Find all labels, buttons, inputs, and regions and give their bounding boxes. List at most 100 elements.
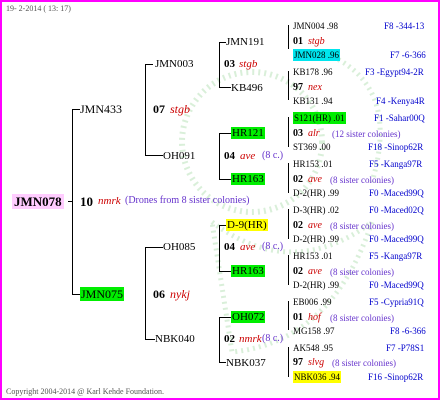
connector bbox=[145, 339, 155, 340]
gen4-origin: F16 -Sinop62R bbox=[368, 372, 424, 382]
gen3-b2-number: 02 bbox=[293, 174, 303, 185]
gen2-a-queen: stgb bbox=[239, 58, 258, 70]
connector bbox=[219, 42, 226, 43]
gen4-origin: F0 -Maced99Q bbox=[369, 188, 424, 198]
connector bbox=[288, 25, 289, 49]
gen4-colony[interactable]: JMN004 .98 bbox=[293, 20, 338, 32]
connector bbox=[145, 247, 163, 248]
gen3-b1-number: 03 bbox=[293, 128, 303, 139]
gen2-d-number: 02 bbox=[224, 333, 235, 345]
gen4-colony[interactable]: KB131 .94 bbox=[293, 95, 333, 107]
date-header: 19- 2-2014 ( 13: 17) bbox=[6, 4, 71, 13]
gen4-colony[interactable]: D-2(HR) .99 bbox=[293, 279, 339, 291]
gen3-b2-queen: ave bbox=[308, 174, 322, 185]
gen4-colony[interactable]: S121(HR) .01 bbox=[293, 112, 346, 124]
gen4-colony[interactable]: AK548 .95 bbox=[293, 342, 333, 354]
pedigree-frame: 19- 2-2014 ( 13: 17) JMN078 10 nmrk (Dro… bbox=[0, 0, 440, 400]
gen3-b2-note: (8 sister colonies) bbox=[330, 175, 394, 185]
gen3-d2-queen: slvg bbox=[308, 357, 325, 368]
gen3-c2-colony[interactable]: HR163 bbox=[231, 265, 265, 277]
gen4-origin: F1 -Sahar00Q bbox=[374, 113, 425, 123]
gen4-origin: F7 -6-366 bbox=[390, 50, 426, 60]
gen2-d-colony[interactable]: NBK040 bbox=[155, 333, 195, 345]
gen4-colony[interactable]: JMN028 .96 bbox=[293, 49, 341, 61]
gen3-a2-number: 97 bbox=[293, 82, 303, 93]
gen1-bottom-colony[interactable]: JMN075 bbox=[80, 287, 125, 301]
gen4-colony[interactable]: D-3(HR) .02 bbox=[293, 204, 339, 216]
gen3-d2-colony[interactable]: NBK037 bbox=[226, 357, 266, 369]
gen1-top-colony[interactable]: JMN433 bbox=[80, 103, 122, 116]
connector bbox=[219, 87, 231, 88]
gen3-a1-queen: stgb bbox=[308, 36, 325, 47]
connector bbox=[288, 117, 289, 147]
connector bbox=[145, 64, 153, 65]
gen2-c-number: 04 bbox=[224, 241, 235, 253]
connector bbox=[72, 294, 80, 295]
gen4-origin: F0 -Maced99Q bbox=[369, 280, 424, 290]
connector bbox=[288, 347, 289, 377]
gen2-b-note: (8 c.) bbox=[262, 150, 284, 161]
gen3-c2-number: 02 bbox=[293, 266, 303, 277]
gen3-a2-colony[interactable]: KB496 bbox=[231, 82, 263, 94]
gen2-c-queen: ave bbox=[240, 241, 256, 253]
gen4-colony[interactable]: HR153 .01 bbox=[293, 158, 333, 170]
gen4-origin: F4 -Kenya4R bbox=[376, 96, 425, 106]
connector bbox=[219, 179, 231, 180]
connector bbox=[145, 64, 146, 156]
connector bbox=[219, 317, 220, 363]
gen1-top-number: 07 bbox=[153, 102, 165, 116]
root-colony[interactable]: JMN078 bbox=[12, 194, 64, 209]
gen3-a1-colony[interactable]: JMN191 bbox=[226, 36, 265, 48]
gen2-d-note: (8 c.) bbox=[262, 333, 284, 344]
gen3-b1-queen: alr bbox=[308, 128, 320, 139]
gen1-top-queen: stgb bbox=[170, 102, 191, 116]
gen4-origin: F3 -Egypt94-2R bbox=[365, 67, 424, 77]
gen3-a2-queen: nex bbox=[308, 82, 322, 93]
connector bbox=[219, 225, 226, 226]
gen3-c1-note: (8 sister colonies) bbox=[330, 221, 394, 231]
connector bbox=[145, 247, 146, 339]
gen2-c-note: (8 c.) bbox=[262, 241, 284, 252]
gen4-origin: F0 -Maced02Q bbox=[369, 205, 424, 215]
gen4-colony[interactable]: HR153 .01 bbox=[293, 250, 333, 262]
connector bbox=[219, 362, 226, 363]
gen2-c-colony[interactable]: OH085 bbox=[163, 241, 195, 253]
gen3-c1-number: 02 bbox=[293, 220, 303, 231]
gen4-colony[interactable]: EB006 .99 bbox=[293, 296, 332, 308]
gen4-colony[interactable]: ST369 .00 bbox=[293, 141, 331, 153]
gen2-a-number: 03 bbox=[224, 58, 235, 70]
gen4-origin: F0 -Maced99Q bbox=[369, 234, 424, 244]
connector bbox=[288, 209, 289, 239]
gen4-colony[interactable]: D-2(HR) .99 bbox=[293, 233, 339, 245]
gen4-colony[interactable]: KB178 .96 bbox=[293, 66, 333, 78]
gen3-c2-queen: ave bbox=[308, 266, 322, 277]
gen3-d2-number: 97 bbox=[293, 357, 303, 368]
connector bbox=[219, 42, 220, 88]
connector bbox=[288, 163, 289, 193]
gen4-origin: F8 -344-13 bbox=[384, 21, 425, 31]
connector bbox=[288, 71, 289, 100]
gen3-d1-note: (8 sister colonies) bbox=[330, 313, 394, 323]
gen4-origin: F5 -Cypria91Q bbox=[369, 297, 424, 307]
gen4-colony[interactable]: D-2(HR) .99 bbox=[293, 187, 339, 199]
gen3-d1-queen: hof bbox=[308, 312, 321, 323]
gen4-colony[interactable]: NBK036 .94 bbox=[293, 371, 342, 383]
gen3-d1-colony[interactable]: OH072 bbox=[231, 311, 266, 323]
gen3-b2-colony[interactable]: HR163 bbox=[231, 173, 265, 185]
root-number: 10 bbox=[80, 194, 93, 209]
connector bbox=[72, 109, 80, 110]
connector bbox=[145, 155, 163, 156]
connector bbox=[219, 317, 231, 318]
gen4-colony[interactable]: MG158 .97 bbox=[293, 325, 335, 337]
gen3-b1-colony[interactable]: HR121 bbox=[231, 127, 265, 139]
gen3-d1-number: 01 bbox=[293, 312, 303, 323]
gen2-a-colony[interactable]: JMN003 bbox=[155, 58, 194, 70]
gen4-origin: F5 -Kanga97R bbox=[369, 159, 423, 169]
gen3-a1-number: 01 bbox=[293, 36, 303, 47]
gen4-origin: F7 -P78S1 bbox=[386, 343, 425, 353]
root-note: (Drones from 8 sister colonies) bbox=[125, 195, 250, 206]
copyright-footer: Copyright 2004-2014 @ Karl Kehde Foundat… bbox=[6, 387, 165, 396]
gen3-c1-colony[interactable]: D-9(HR) bbox=[226, 219, 268, 231]
gen2-d-queen: nmrk bbox=[239, 333, 262, 345]
gen2-b-colony[interactable]: OH091 bbox=[163, 150, 195, 162]
